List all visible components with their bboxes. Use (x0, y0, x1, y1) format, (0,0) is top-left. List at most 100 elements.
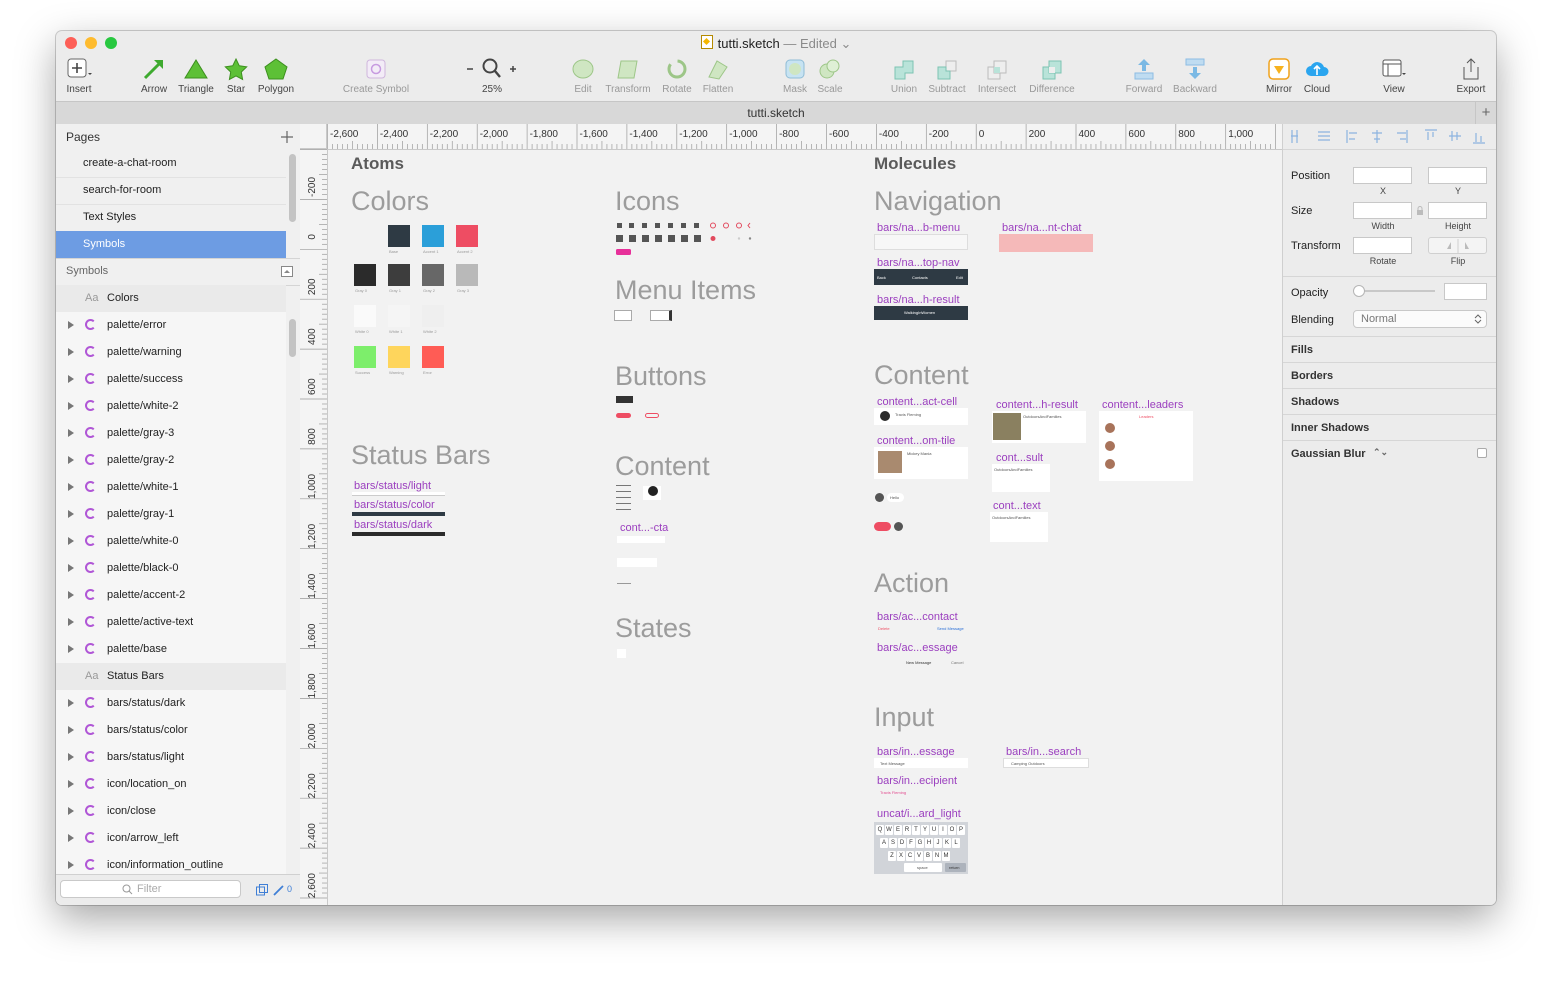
backward-button[interactable]: Backward (1170, 57, 1220, 95)
content-room-tile-label[interactable]: content...om-tile (877, 435, 955, 447)
window-title[interactable]: tutti.sketch — Edited ⌄ (56, 35, 1496, 52)
content-result-label[interactable]: cont...sult (996, 452, 1043, 464)
add-tab-button[interactable]: + (1475, 102, 1496, 124)
position-x-input[interactable] (1353, 167, 1412, 184)
layer-row[interactable]: palette/warning (56, 339, 286, 367)
layer-row[interactable]: bars/status/dark (56, 690, 286, 718)
rotate-button[interactable]: Rotate (660, 57, 694, 95)
layer-row[interactable]: icon/arrow_left (56, 825, 286, 853)
chat-bubble-sent-symbol[interactable] (874, 522, 904, 532)
view-button[interactable]: View (1378, 57, 1410, 95)
nav-tab-menu-symbol-label[interactable]: bars/na...b-menu (877, 222, 960, 234)
color-swatch[interactable] (354, 305, 376, 327)
layer-row[interactable]: icon/close (56, 798, 286, 826)
layer-row[interactable]: palette/base (56, 636, 286, 664)
input-search-symbol[interactable]: Camping Outdoors (1003, 758, 1089, 768)
disclosure-triangle-icon[interactable] (68, 753, 74, 761)
status-dark-symbol-label[interactable]: bars/status/dark (354, 519, 432, 531)
content-search-result-symbol[interactable]: OutdoorsAndFamilies (992, 411, 1086, 443)
mask-button[interactable]: Mask (780, 57, 810, 95)
flip-buttons[interactable] (1428, 237, 1487, 254)
star-button[interactable]: Star (222, 57, 250, 95)
filter-field[interactable]: Filter (60, 880, 241, 898)
collapse-artboard-icon[interactable] (281, 266, 293, 277)
lock-icon[interactable] (1416, 206, 1424, 216)
disclosure-triangle-icon[interactable] (68, 726, 74, 734)
content-text-symbol[interactable]: OutdoorsAndFamilies (990, 512, 1048, 542)
create-symbol-button[interactable]: Create Symbol (340, 57, 412, 95)
icon-symbols-grid[interactable] (615, 220, 757, 256)
union-button[interactable]: Union (888, 57, 920, 95)
chevron-updown-icon[interactable]: ⌃⌄ (1373, 447, 1388, 458)
zoom-control[interactable]: 25% (462, 57, 522, 95)
position-y-input[interactable] (1428, 167, 1487, 184)
layer-row[interactable]: palette/success (56, 366, 286, 394)
vertical-ruler[interactable]: -200 0 200 400 600 800 1,000 1,200 1,400 1,600 1,8… (300, 149, 328, 905)
action-contact-label[interactable]: bars/ac...contact (877, 611, 958, 623)
slice-filter-icon[interactable] (273, 884, 285, 896)
color-swatch[interactable] (388, 264, 410, 286)
arrow-button[interactable]: Arrow (139, 57, 169, 95)
disclosure-triangle-icon[interactable] (68, 375, 74, 383)
content-room-tile-symbol[interactable]: Mickey Mania (874, 447, 968, 479)
disclosure-triangle-icon[interactable] (68, 429, 74, 437)
nav-search-result-symbol[interactable]: WalkingInWomen (874, 306, 968, 320)
layer-row[interactable]: palette/accent-2 (56, 582, 286, 610)
nav-search-result-symbol-label[interactable]: bars/na...h-result (877, 294, 960, 306)
intersect-button[interactable]: Intersect (974, 57, 1020, 95)
export-button[interactable]: Export (1454, 57, 1488, 95)
disclosure-triangle-icon[interactable] (68, 564, 74, 572)
color-swatch[interactable] (422, 346, 444, 368)
layer-row[interactable]: Aa Colors (56, 285, 286, 313)
layer-row[interactable]: palette/gray-2 (56, 447, 286, 475)
input-message-label[interactable]: bars/in...essage (877, 746, 955, 758)
page-item[interactable]: Text Styles (56, 204, 286, 232)
disclosure-triangle-icon[interactable] (68, 834, 74, 842)
keyboard-light-label[interactable]: uncat/i...ard_light (877, 808, 961, 820)
layer-row[interactable]: palette/gray-1 (56, 501, 286, 529)
status-dark-bar[interactable] (352, 532, 445, 536)
color-swatch[interactable] (388, 305, 410, 327)
cloud-button[interactable]: Cloud (1302, 57, 1332, 95)
color-swatch[interactable] (456, 264, 478, 286)
document-tab[interactable]: tutti.sketch (56, 106, 1496, 120)
keyboard-light-symbol[interactable]: QWERTYUIOP ASDFGHJKL ZXCVBNM space retur… (874, 822, 968, 874)
scale-button[interactable]: Scale (815, 57, 845, 95)
nav-tab-menu-symbol[interactable] (874, 234, 968, 250)
edit-button[interactable]: Edit (570, 57, 596, 95)
nav-chat-symbol[interactable] (999, 234, 1093, 252)
page-item[interactable]: search-for-room (56, 177, 286, 205)
mirror-button[interactable]: Mirror (1262, 57, 1296, 95)
layer-row[interactable]: palette/white-0 (56, 528, 286, 556)
input-message-symbol[interactable]: Text Message (874, 758, 968, 768)
nav-top-nav-symbol[interactable]: Back Contacts Edit (874, 269, 968, 285)
disclosure-triangle-icon[interactable] (68, 591, 74, 599)
content-search-result-label[interactable]: content...h-result (996, 399, 1078, 411)
width-input[interactable] (1353, 202, 1412, 219)
color-swatch[interactable] (354, 264, 376, 286)
gaussian-blur-checkbox[interactable] (1477, 448, 1487, 458)
triangle-button[interactable]: Triangle (176, 57, 216, 95)
layer-row[interactable]: palette/white-2 (56, 393, 286, 421)
state-symbol[interactable] (617, 649, 626, 658)
inspector-section[interactable]: Inner Shadows (1283, 414, 1496, 441)
disclosure-triangle-icon[interactable] (68, 780, 74, 788)
molecules-artboard-title[interactable]: Molecules (874, 154, 956, 174)
content-cta-symbol-label[interactable]: cont...-cta (620, 522, 668, 534)
disclosure-triangle-icon[interactable] (68, 402, 74, 410)
disclosure-triangle-icon[interactable] (68, 321, 74, 329)
layer-row[interactable]: Aa Status Bars (56, 663, 286, 691)
page-item[interactable]: Symbols (56, 231, 286, 259)
content-text-label[interactable]: cont...text (993, 500, 1041, 512)
color-swatch[interactable] (422, 225, 444, 247)
opacity-slider[interactable] (1353, 284, 1437, 298)
status-color-bar[interactable] (352, 512, 445, 516)
rotate-input[interactable] (1353, 237, 1412, 254)
layer-row[interactable]: palette/error (56, 312, 286, 340)
layer-row[interactable]: palette/black-0 (56, 555, 286, 583)
color-swatch[interactable] (388, 346, 410, 368)
pages-scrollbar[interactable] (289, 154, 296, 222)
menu-item-active-symbol[interactable] (650, 310, 672, 321)
layer-row[interactable]: palette/gray-3 (56, 420, 286, 448)
color-swatch[interactable] (422, 305, 444, 327)
